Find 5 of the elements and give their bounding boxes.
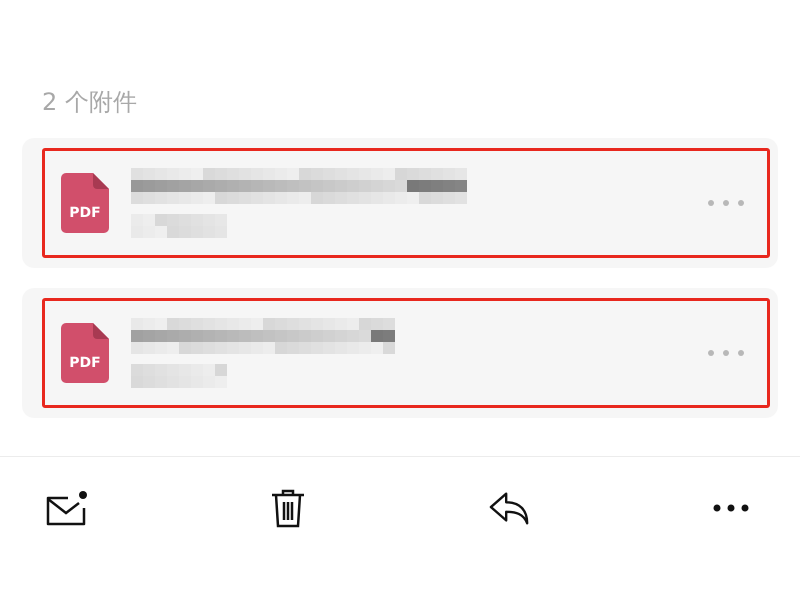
pdf-file-icon: PDF xyxy=(61,323,109,383)
pdf-file-icon: PDF xyxy=(61,173,109,233)
attachment-card[interactable]: PDF xyxy=(22,138,778,268)
attachments-count: 2 个附件 xyxy=(42,87,138,118)
attachment-card[interactable]: PDF xyxy=(22,288,778,418)
